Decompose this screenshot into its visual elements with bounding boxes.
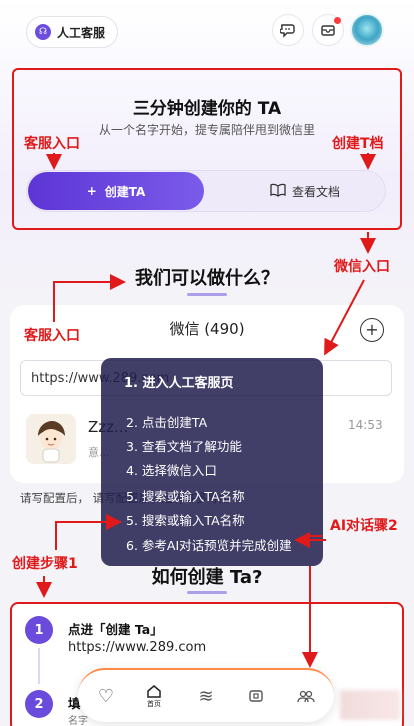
home-label: 首页 (147, 699, 161, 708)
section-underline (187, 293, 227, 296)
home-icon[interactable]: 首页 (136, 678, 172, 714)
notification-dot (334, 17, 341, 24)
bottom-nav: ♡ 首页 ≋ (78, 668, 334, 722)
view-docs-button[interactable]: 查看文档 (230, 172, 380, 210)
step-title: 点进「创建 Ta」 (68, 622, 163, 637)
annotation-wechat-entry: 微信入口 (334, 259, 390, 275)
annotation-service-entry: 客服入口 (24, 136, 80, 152)
annotation-create-step: 创建步骤1 (12, 556, 78, 572)
customer-service-label: 人工客服 (57, 25, 106, 40)
customer-service-button[interactable]: ☊ 人工客服 (26, 16, 119, 48)
overlay-step: 6. 参考AI对话预览并完成创建 (126, 538, 292, 553)
top-bar: ☊ 人工客服 (0, 0, 414, 62)
step-number: 1 (25, 616, 53, 644)
card-icon[interactable] (238, 678, 274, 714)
inbox-icon[interactable] (312, 14, 344, 46)
group-icon[interactable] (288, 678, 324, 714)
headset-icon: ☊ (35, 24, 51, 40)
step-number: 2 (25, 690, 53, 718)
plus-icon: + (86, 184, 97, 198)
waves-icon[interactable]: ≋ (188, 678, 224, 714)
overlay-step: 5. 搜索或输入TA名称 (126, 489, 245, 504)
overlay-step: 4. 选择微信入口 (126, 463, 217, 478)
overlay-heading: 1. 进入人工客服页 (124, 376, 234, 391)
annotation-create-doc: 创建T档 (332, 136, 384, 152)
step-connector (38, 648, 40, 684)
contact-time: 14:53 (348, 418, 383, 432)
contact-avatar[interactable] (26, 414, 76, 464)
book-icon (270, 183, 286, 200)
hero-title: 三分钟创建你的 TA (132, 99, 282, 119)
overlay-step: 5. 搜索或输入TA名称 (126, 513, 245, 528)
step-url[interactable]: https://www.289.com (68, 640, 206, 655)
add-icon[interactable]: + (360, 318, 384, 342)
heart-icon[interactable]: ♡ (88, 678, 124, 714)
chat-bubble-icon[interactable] (272, 14, 304, 46)
section-underline (187, 591, 227, 594)
overlay-step: 3. 查看文档了解功能 (126, 439, 242, 454)
create-ta-button[interactable]: + 创建TA (28, 172, 204, 210)
annotation-service-entry-2: 客服入口 (24, 328, 80, 344)
view-docs-label: 查看文档 (291, 184, 340, 199)
overlay-step: 2. 点击创建TA (126, 415, 208, 430)
create-ta-label: 创建TA (104, 184, 146, 199)
blurred-region (340, 690, 400, 720)
annotation-ai-dialog: AI对话骤2 (330, 518, 398, 534)
avatar[interactable] (350, 13, 384, 47)
